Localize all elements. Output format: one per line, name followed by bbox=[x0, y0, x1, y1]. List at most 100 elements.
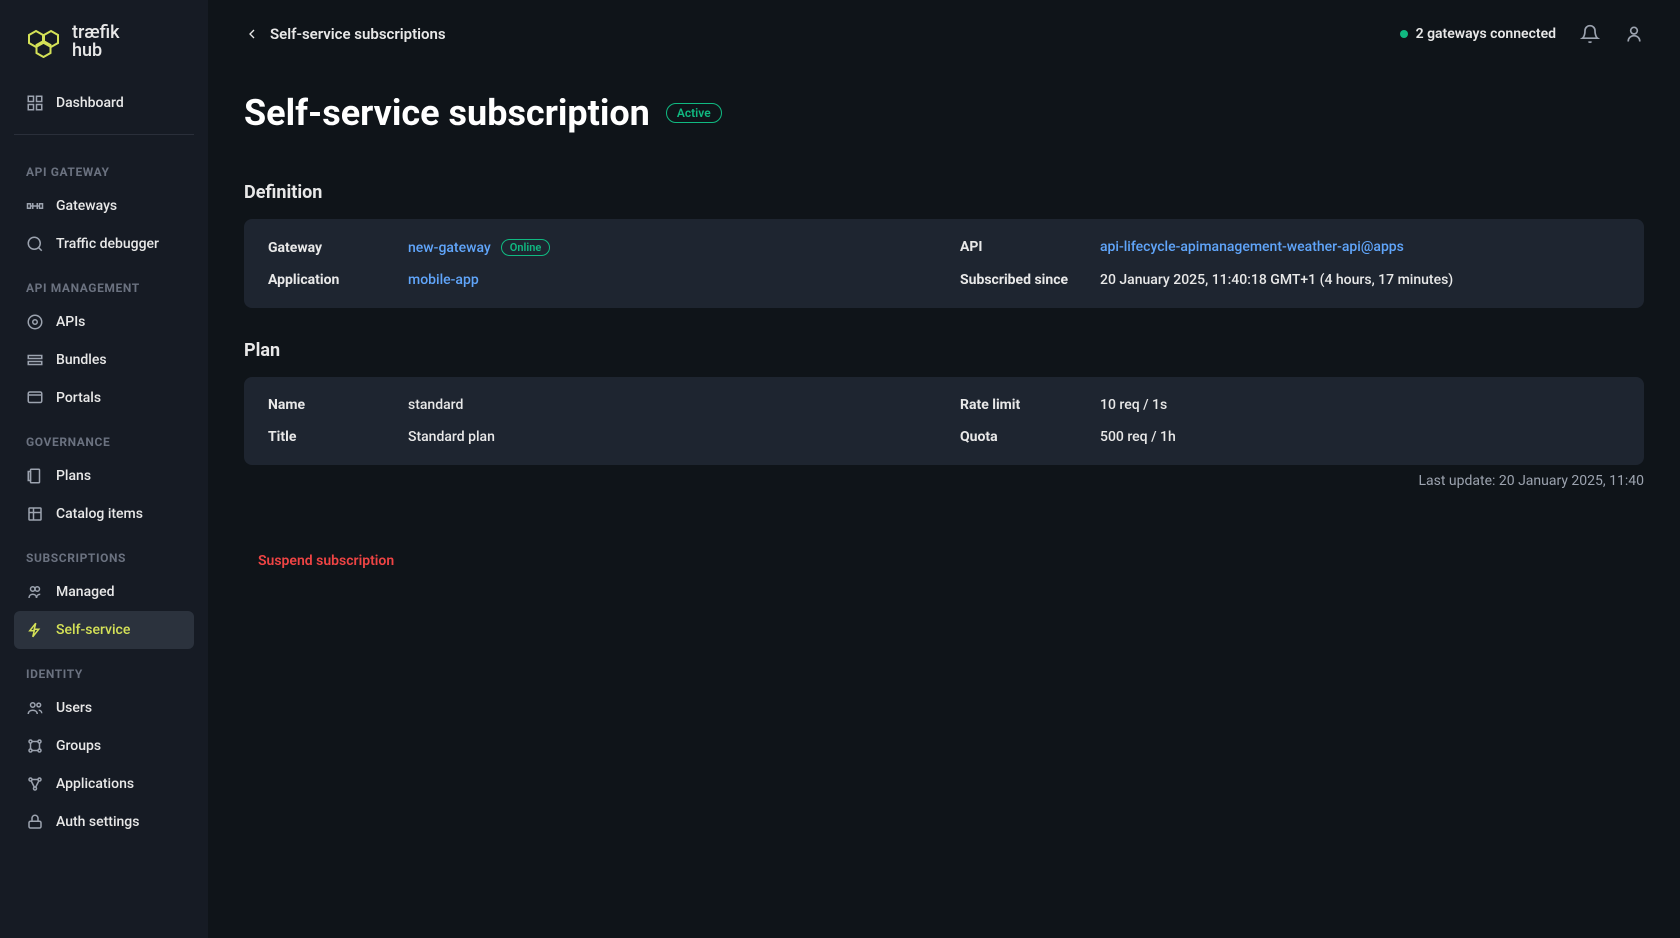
sidebar-item-groups[interactable]: Groups bbox=[14, 727, 194, 765]
status-dot-icon bbox=[1400, 30, 1408, 38]
section-header-identity: IDENTITY bbox=[14, 649, 194, 689]
breadcrumb-text[interactable]: Self-service subscriptions bbox=[270, 25, 446, 43]
logo[interactable]: træfik hub bbox=[26, 24, 182, 60]
field-subscribed: Subscribed since 20 January 2025, 11:40:… bbox=[960, 272, 1620, 288]
sidebar-item-label: Traffic debugger bbox=[56, 236, 159, 252]
status-badge: Active bbox=[666, 103, 722, 123]
sidebar-item-traffic-debugger[interactable]: Traffic debugger bbox=[14, 225, 194, 263]
sidebar-item-label: Catalog items bbox=[56, 506, 143, 522]
back-button[interactable] bbox=[244, 26, 260, 42]
portals-icon bbox=[26, 389, 44, 407]
sidebar-item-label: Auth settings bbox=[56, 814, 139, 830]
api-link[interactable]: api-lifecycle-apimanagement-weather-api@… bbox=[1100, 239, 1404, 255]
plan-section: Plan Name standard Rate limit 10 req / 1… bbox=[244, 340, 1644, 489]
suspend-subscription-button[interactable]: Suspend subscription bbox=[244, 553, 394, 569]
sidebar: træfik hub Dashboard API GATEWAY Gateway… bbox=[0, 0, 208, 938]
sidebar-item-label: Bundles bbox=[56, 352, 107, 368]
sidebar-item-label: APIs bbox=[56, 314, 85, 330]
plan-title: Plan bbox=[244, 340, 1644, 361]
field-application: Application mobile-app bbox=[268, 272, 928, 288]
gateways-icon bbox=[26, 197, 44, 215]
definition-card: Gateway new-gateway Online API api-lifec… bbox=[244, 219, 1644, 308]
apis-icon bbox=[26, 313, 44, 331]
sidebar-item-managed[interactable]: Managed bbox=[14, 573, 194, 611]
sidebar-item-plans[interactable]: Plans bbox=[14, 457, 194, 495]
sidebar-item-label: Portals bbox=[56, 390, 101, 406]
topbar: Self-service subscriptions 2 gateways co… bbox=[208, 0, 1680, 68]
gateway-status-text: 2 gateways connected bbox=[1416, 26, 1556, 42]
application-link[interactable]: mobile-app bbox=[408, 272, 479, 288]
sidebar-nav: Dashboard API GATEWAY Gateways Traffic d… bbox=[0, 84, 208, 841]
page-header: Self-service subscription Active bbox=[244, 92, 1644, 134]
auth-settings-icon bbox=[26, 813, 44, 831]
api-label: API bbox=[960, 239, 1100, 255]
users-icon bbox=[26, 699, 44, 717]
field-api: API api-lifecycle-apimanagement-weather-… bbox=[960, 239, 1620, 256]
notifications-button[interactable] bbox=[1580, 24, 1600, 44]
sidebar-item-users[interactable]: Users bbox=[14, 689, 194, 727]
traefik-logo-icon bbox=[26, 26, 66, 58]
plan-name-label: Name bbox=[268, 397, 408, 413]
sidebar-item-apis[interactable]: APIs bbox=[14, 303, 194, 341]
sidebar-item-label: Plans bbox=[56, 468, 91, 484]
section-header-api-gateway: API GATEWAY bbox=[14, 147, 194, 187]
field-plan-title: Title Standard plan bbox=[268, 429, 928, 445]
plan-card: Name standard Rate limit 10 req / 1s Tit… bbox=[244, 377, 1644, 465]
managed-icon bbox=[26, 583, 44, 601]
application-label: Application bbox=[268, 272, 408, 288]
dashboard-icon bbox=[26, 94, 44, 112]
sidebar-item-applications[interactable]: Applications bbox=[14, 765, 194, 803]
plan-name-value: standard bbox=[408, 397, 463, 413]
sidebar-item-gateways[interactable]: Gateways bbox=[14, 187, 194, 225]
applications-icon bbox=[26, 775, 44, 793]
gateway-label: Gateway bbox=[268, 240, 408, 256]
subscribed-label: Subscribed since bbox=[960, 272, 1100, 288]
field-gateway: Gateway new-gateway Online bbox=[268, 239, 928, 256]
plan-title-label: Title bbox=[268, 429, 408, 445]
online-badge: Online bbox=[501, 239, 551, 256]
sidebar-item-catalog-items[interactable]: Catalog items bbox=[14, 495, 194, 533]
definition-section: Definition Gateway new-gateway Online AP… bbox=[244, 182, 1644, 308]
content-area: Self-service subscription Active Definit… bbox=[208, 92, 1680, 605]
sidebar-item-auth-settings[interactable]: Auth settings bbox=[14, 803, 194, 841]
sidebar-item-bundles[interactable]: Bundles bbox=[14, 341, 194, 379]
sidebar-item-self-service[interactable]: Self-service bbox=[14, 611, 194, 649]
plans-icon bbox=[26, 467, 44, 485]
topbar-right: 2 gateways connected bbox=[1400, 24, 1644, 44]
last-update: Last update: 20 January 2025, 11:40 bbox=[244, 473, 1644, 489]
logo-text: træfik hub bbox=[72, 24, 119, 60]
definition-title: Definition bbox=[244, 182, 1644, 203]
sidebar-item-label: Self-service bbox=[56, 622, 130, 638]
rate-limit-value: 10 req / 1s bbox=[1100, 397, 1167, 413]
main-content: Self-service subscriptions 2 gateways co… bbox=[208, 0, 1680, 938]
catalog-items-icon bbox=[26, 505, 44, 523]
self-service-icon bbox=[26, 621, 44, 639]
sidebar-item-label: Users bbox=[56, 700, 92, 716]
plan-title-value: Standard plan bbox=[408, 429, 495, 445]
sidebar-item-label: Groups bbox=[56, 738, 101, 754]
section-header-governance: GOVERNANCE bbox=[14, 417, 194, 457]
section-header-subscriptions: SUBSCRIPTIONS bbox=[14, 533, 194, 573]
subscribed-value: 20 January 2025, 11:40:18 GMT+1 (4 hours… bbox=[1100, 272, 1453, 288]
quota-value: 500 req / 1h bbox=[1100, 429, 1176, 445]
rate-limit-label: Rate limit bbox=[960, 397, 1100, 413]
quota-label: Quota bbox=[960, 429, 1100, 445]
breadcrumb: Self-service subscriptions bbox=[244, 25, 446, 43]
field-quota: Quota 500 req / 1h bbox=[960, 429, 1620, 445]
sidebar-item-label: Dashboard bbox=[56, 95, 124, 111]
field-plan-name: Name standard bbox=[268, 397, 928, 413]
groups-icon bbox=[26, 737, 44, 755]
sidebar-divider bbox=[14, 134, 194, 135]
gateway-status[interactable]: 2 gateways connected bbox=[1400, 26, 1556, 42]
user-menu-button[interactable] bbox=[1624, 24, 1644, 44]
field-rate-limit: Rate limit 10 req / 1s bbox=[960, 397, 1620, 413]
page-title: Self-service subscription bbox=[244, 92, 650, 134]
section-header-api-management: API MANAGEMENT bbox=[14, 263, 194, 303]
search-icon bbox=[26, 235, 44, 253]
sidebar-item-label: Gateways bbox=[56, 198, 117, 214]
sidebar-item-label: Applications bbox=[56, 776, 134, 792]
sidebar-item-dashboard[interactable]: Dashboard bbox=[14, 84, 194, 122]
bundles-icon bbox=[26, 351, 44, 369]
sidebar-item-portals[interactable]: Portals bbox=[14, 379, 194, 417]
gateway-link[interactable]: new-gateway bbox=[408, 240, 491, 256]
